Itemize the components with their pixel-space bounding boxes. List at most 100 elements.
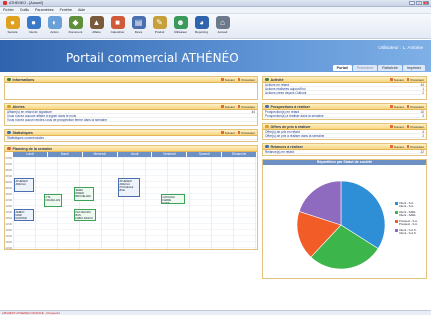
prev-link[interactable]: Précédent <box>238 105 255 109</box>
next-link[interactable]: Suivant <box>390 145 404 149</box>
reminder-icon <box>265 144 269 149</box>
window-controls: _ □ x <box>409 1 429 5</box>
toolbar-label: Interlo. <box>28 30 39 34</box>
minimize-button[interactable]: _ <box>409 1 415 5</box>
tab-imprimer[interactable]: Imprimer <box>402 65 425 71</box>
toolbar-button[interactable]: ● Interlo. <box>25 16 42 34</box>
item-count: 3 <box>422 113 424 118</box>
panel-actions: Suivant Précédent <box>390 125 426 129</box>
panel-actions: Suivant Précédent <box>221 131 257 135</box>
tab-portail[interactable]: Portail <box>332 65 352 71</box>
toolbar-button[interactable]: ⌂ Accueil <box>214 16 231 34</box>
menu-aide[interactable]: Aide <box>78 8 85 12</box>
prev-link[interactable]: Précédent <box>238 78 255 82</box>
document-icon: ◆ <box>68 16 83 29</box>
prev-link[interactable]: Précédent <box>407 78 424 82</box>
item-count: 2 <box>422 133 424 138</box>
info-icon <box>7 77 11 82</box>
prev-link[interactable]: Précédent <box>407 125 424 129</box>
panel-statistiques: Statistiques Suivant Précédent Statistiq… <box>4 129 258 142</box>
toolbar-button[interactable]: ▤ Devis <box>130 16 147 34</box>
toolbar-label: Document <box>68 30 83 34</box>
tab-precedent[interactable]: Précédent <box>352 65 378 71</box>
appointment[interactable]: ZEBDO MARI RANTIER <box>14 209 34 221</box>
week-grid[interactable]: ATHENEO ADECLA CTA FRANCLAIS SEMH RIMER BRUXE… <box>13 157 257 249</box>
window-titlebar: ATHENEO - [Accueil] _ □ x <box>0 0 431 7</box>
prev-link[interactable]: Précédent <box>238 131 255 135</box>
item-label: Relance(s) en retard <box>265 149 295 154</box>
list-item[interactable]: Vous n'avez aucun rendez-vous de prospec… <box>5 118 257 122</box>
offer-icon <box>265 124 269 129</box>
panel-actions: Suivant Précédent <box>221 105 257 109</box>
calendar-icon <box>7 146 11 151</box>
toolbar-button[interactable]: ▲ Affaire <box>88 16 105 34</box>
appointment[interactable]: CTA FRANCLAIS <box>44 194 62 207</box>
toolbar-label: Reporting <box>194 30 208 34</box>
close-button[interactable]: x <box>423 1 429 5</box>
next-link[interactable]: Suivant <box>390 78 404 82</box>
chart-legend: Client - S.A. Client - S.A. Client - SARL C… <box>395 202 418 235</box>
legend-item: Client - S.A. Client - S.A. <box>395 202 418 208</box>
toolbar-button[interactable]: ☻ Utilisateur <box>172 16 189 34</box>
toolbar-button[interactable]: ■ Calendrier <box>109 16 126 34</box>
deal-icon: ▲ <box>89 16 104 29</box>
next-link[interactable]: Suivant <box>390 105 404 109</box>
product-icon: ✎ <box>152 16 167 29</box>
panel-title: Statistiques <box>12 130 33 135</box>
activity-icon <box>265 77 269 82</box>
legend-swatch <box>395 229 398 233</box>
legend-label-line: Client - SARL <box>399 213 416 217</box>
item-label: Vous n'avez aucun rendez-vous de prospec… <box>7 117 108 122</box>
toolbar-button[interactable]: ◕ Reporting <box>193 16 210 34</box>
next-link[interactable]: Suivant <box>221 105 235 109</box>
menu-parametres[interactable]: Paramètres <box>35 8 54 12</box>
menu-bar: Fichier Outils Paramètres Fenêtre Aide <box>0 7 431 14</box>
panel-title: Informations <box>12 77 35 82</box>
panel-title: Offres de prix à réaliser <box>270 124 311 129</box>
users-icon: ☻ <box>173 16 188 29</box>
list-item[interactable]: Offre(s) de prix à réaliser dans la sema… <box>263 134 426 138</box>
next-link[interactable]: Suivant <box>390 125 404 129</box>
next-link[interactable]: Suivant <box>221 78 235 82</box>
maximize-button[interactable]: □ <box>416 1 422 5</box>
appointment[interactable]: ATHENEO ADECLA <box>14 178 34 192</box>
appointment-line: POCHELLE BUE <box>119 185 134 192</box>
appointment[interactable]: SEMH RIMER BRUXELLES <box>74 187 94 201</box>
next-link[interactable]: Suivant <box>221 131 235 135</box>
legend-swatch <box>395 220 398 224</box>
toolbar-button[interactable]: ◐ Action <box>46 16 63 34</box>
panel-actions: Suivant Précédent <box>390 78 426 82</box>
action-icon: ◐ <box>47 16 62 29</box>
legend-label: Client - SARL Client - SARL <box>399 211 416 217</box>
menu-fichier[interactable]: Fichier <box>3 8 14 12</box>
toolbar-button[interactable]: ● Société <box>4 16 21 34</box>
list-item[interactable]: Statistiques commerciales <box>5 136 257 140</box>
item-label: Statistiques commerciales <box>7 135 45 140</box>
toolbar-button[interactable]: ✎ Produit <box>151 16 168 34</box>
appointment-line: FABIO RASCU <box>75 216 93 220</box>
panel-informations: Informations Suivant Précédent <box>4 76 258 100</box>
appointment[interactable]: CATALINA FARREDANS BOGDALLA <box>161 194 185 204</box>
prev-link[interactable]: Précédent <box>407 105 424 109</box>
item-label: Prospection(s) à réaliser dans la semain… <box>265 113 324 118</box>
menu-fenetre[interactable]: Fenêtre <box>60 8 72 12</box>
legend-label: Prospect - S.A. Prospect - S.A. <box>399 220 418 226</box>
appointment[interactable]: PAC RECRO BAS FABIO RASCU <box>74 209 96 221</box>
panel-title: Planning de la semaine <box>12 146 53 151</box>
panel-actions: Suivant Précédent <box>221 78 257 82</box>
prospect-icon <box>265 104 269 109</box>
statistics-icon <box>7 130 11 135</box>
appointment[interactable]: ATHENEO ADECLA POCHELLE BUE <box>118 178 140 197</box>
tab-rafraichir[interactable]: Rafraîchir <box>378 65 402 71</box>
current-user: Utilisateur : L. Antoine <box>378 45 423 50</box>
list-item[interactable]: Actions crées depuis Outlook 2 <box>263 91 426 95</box>
panel-activite: Activité Suivant Précédent Actions en re… <box>262 76 427 100</box>
menu-outils[interactable]: Outils <box>20 8 29 12</box>
prev-link[interactable]: Précédent <box>407 145 424 149</box>
list-item[interactable]: Prospection(s) à réaliser dans la semain… <box>263 114 426 118</box>
contact-icon: ● <box>26 16 41 29</box>
toolbar-button[interactable]: ◆ Document <box>67 16 84 34</box>
legend-item: Client - S.A.S. Client - S.A.S. <box>395 229 418 235</box>
portal-banner: Portail commercial ATHÉNÉO Utilisateur :… <box>0 40 431 72</box>
list-item[interactable]: Relance(s) en retard 22 <box>263 150 426 154</box>
